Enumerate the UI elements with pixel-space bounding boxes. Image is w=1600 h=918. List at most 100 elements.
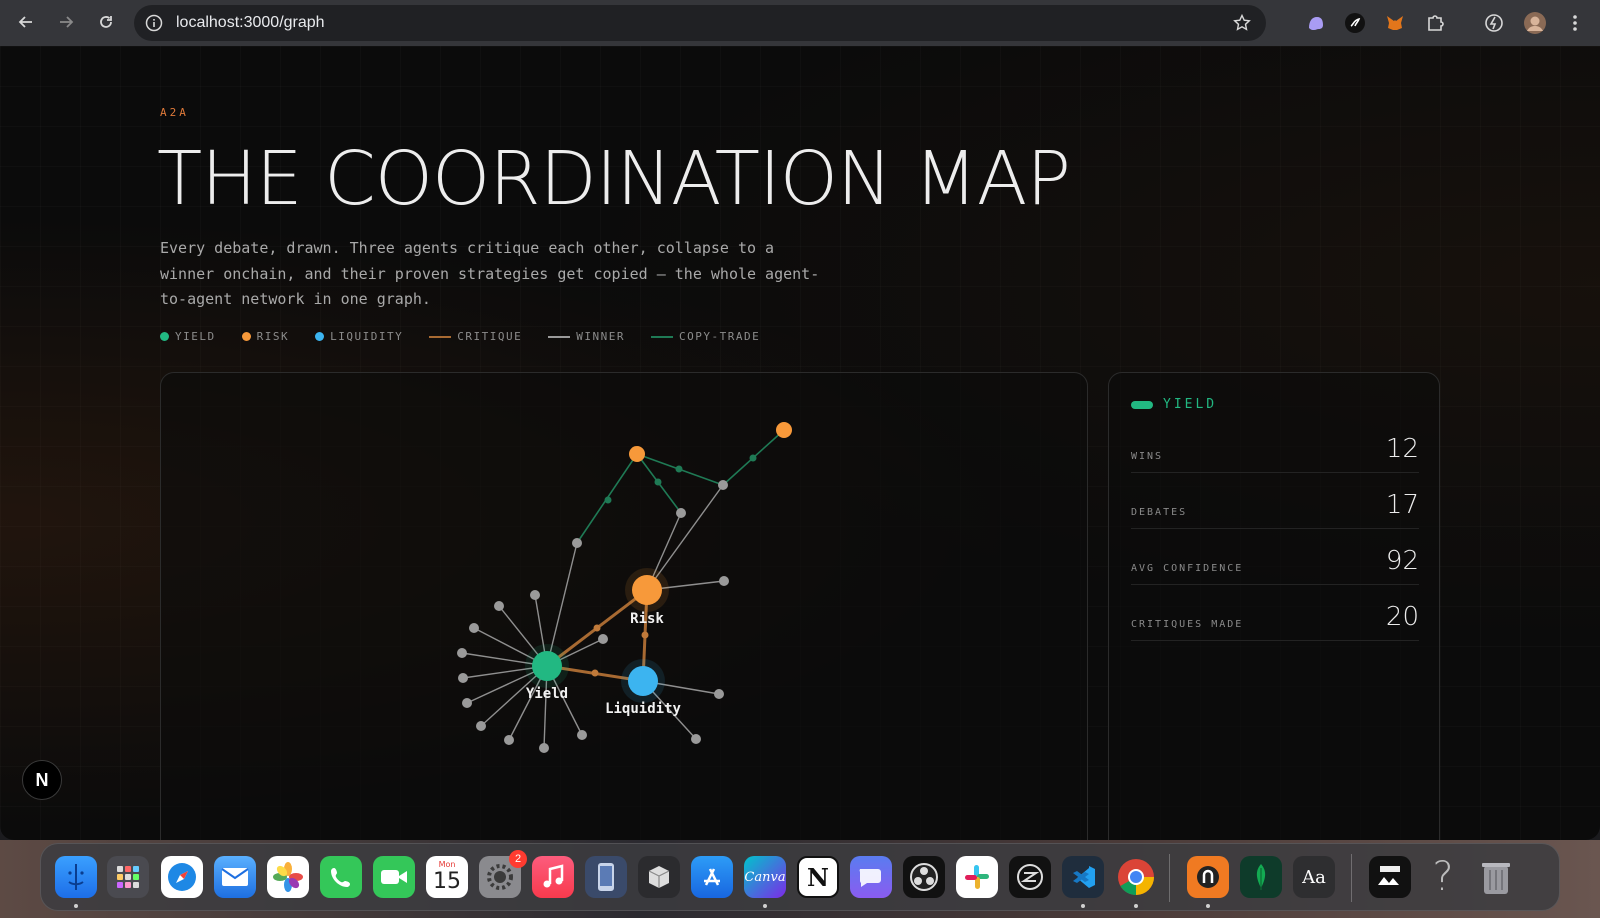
launchpad-icon[interactable] (107, 856, 149, 898)
wallet-extension-icon[interactable] (1342, 10, 1368, 36)
liquidity-dot-icon (315, 332, 325, 341)
dictionary-icon[interactable]: Aa (1293, 856, 1335, 898)
copy-trade-line-icon (650, 335, 673, 338)
winner-edges (461, 484, 725, 749)
downloads-stack-icon[interactable] (1369, 856, 1411, 898)
photos-flower-icon[interactable] (267, 856, 309, 898)
graph-legend: YIELD RISK LIQUIDITY CRITIQUE WINNER COP… (160, 330, 760, 343)
vscode-icon[interactable] (1062, 856, 1104, 898)
running-indicator (763, 904, 767, 908)
legend-critique: CRITIQUE (429, 330, 522, 343)
graph-panel[interactable]: Risk Yield Liquidity (160, 372, 1088, 840)
copy-trade-edges (576, 429, 785, 544)
metamask-fox-icon[interactable] (1382, 10, 1408, 36)
stat-value: 12 (1385, 434, 1419, 464)
dock-separator (1351, 854, 1352, 902)
app-store-icon[interactable] (691, 856, 733, 898)
mail-envelope-icon[interactable] (214, 856, 256, 898)
yield-agent-node[interactable] (532, 651, 562, 681)
stat-label: DEBATES (1131, 507, 1188, 518)
legend-yield: YIELD (160, 330, 216, 343)
nextjs-dev-badge[interactable]: N (22, 760, 62, 800)
page-description: Every debate, drawn. Three agents critiq… (160, 239, 820, 308)
obs-studio-icon[interactable] (903, 856, 945, 898)
outline-vpn-icon[interactable] (1187, 856, 1229, 898)
stat-label: WINS (1131, 451, 1164, 462)
canva-icon[interactable]: Canva (744, 856, 786, 898)
legend-copy-trade: COPY-TRADE (650, 330, 761, 343)
reload-icon[interactable] (92, 8, 120, 36)
stat-row-avg-confidence: AVG CONFIDENCE 92 (1131, 529, 1419, 585)
profile-avatar[interactable] (1522, 10, 1548, 36)
legend-critique-label: CRITIQUE (457, 330, 523, 343)
yield-dot-icon (160, 332, 169, 341)
agent-detail-name: YIELD (1163, 397, 1218, 412)
notification-badge: 2 (509, 850, 527, 868)
legend-risk: RISK (241, 330, 290, 343)
legend-copy-trade-label: COPY-TRADE (678, 330, 761, 343)
site-info-icon[interactable] (144, 13, 164, 38)
page-viewport: A2A THE COORDINATION MAP Every debate, d… (0, 46, 1600, 840)
winner-line-icon (548, 335, 571, 338)
calendar-day: 15 (433, 869, 461, 894)
running-indicator (1206, 904, 1210, 908)
phone-icon[interactable] (320, 856, 362, 898)
coordination-graph[interactable]: Risk Yield Liquidity (161, 373, 1089, 840)
simulator-device-icon[interactable] (585, 856, 627, 898)
calendar-icon[interactable]: Mon 15 (426, 856, 468, 898)
stat-label: AVG CONFIDENCE (1131, 563, 1244, 574)
eyebrow-label: A2A (160, 106, 189, 119)
risk-satellite-node[interactable] (776, 422, 792, 438)
browser-toolbar: localhost:3000/graph (0, 0, 1600, 46)
risk-agent-node[interactable] (632, 575, 662, 605)
safari-compass-icon[interactable] (161, 856, 203, 898)
legend-winner-label: WINNER (576, 330, 625, 343)
bookmark-star-icon[interactable] (1232, 13, 1252, 38)
stat-value: 20 (1385, 602, 1419, 632)
running-indicator (74, 904, 78, 908)
macos-dock: Mon 15 2 Canva N Aa ? (40, 843, 1560, 911)
mongodb-leaf-icon[interactable] (1240, 856, 1282, 898)
risk-satellite-node[interactable] (629, 446, 645, 462)
copy-trade-markers (604, 454, 757, 504)
legend-yield-label: YIELD (175, 330, 216, 343)
risk-node-label: Risk (630, 611, 664, 627)
yield-pill-icon (1131, 400, 1153, 409)
trash-icon[interactable] (1475, 856, 1517, 898)
yield-node-label: Yield (526, 686, 568, 702)
liquidity-agent-node[interactable] (628, 666, 658, 696)
extensions-puzzle-icon[interactable] (1422, 10, 1448, 36)
performance-icon[interactable] (1481, 10, 1507, 36)
stat-value: 17 (1385, 490, 1419, 520)
running-indicator (1134, 904, 1138, 908)
ghost-extension-icon[interactable] (1303, 10, 1329, 36)
legend-winner: WINNER (548, 330, 625, 343)
forward-arrow-icon[interactable] (52, 8, 80, 36)
risk-dot-icon (241, 332, 251, 341)
back-arrow-icon[interactable] (12, 8, 40, 36)
leaf-nodes (457, 480, 729, 753)
sketch-app-icon[interactable] (1009, 856, 1051, 898)
system-settings-gear-icon[interactable]: 2 (479, 850, 527, 898)
slack-icon[interactable] (956, 856, 998, 898)
stat-label: CRITIQUES MADE (1131, 619, 1244, 630)
liquidity-node-label: Liquidity (605, 701, 681, 717)
url-text[interactable]: localhost:3000/graph (176, 14, 325, 32)
stat-row-wins: WINS 12 (1131, 417, 1419, 473)
running-indicator (1081, 904, 1085, 908)
notion-icon[interactable]: N (797, 856, 839, 898)
legend-risk-label: RISK (256, 330, 290, 343)
chat-bubble-app-icon[interactable] (850, 856, 892, 898)
legend-liquidity: LIQUIDITY (315, 330, 403, 343)
chrome-icon[interactable] (1115, 856, 1157, 898)
stat-value: 92 (1385, 546, 1419, 576)
cube-app-icon[interactable] (638, 856, 680, 898)
address-bar[interactable]: localhost:3000/graph (134, 5, 1266, 41)
music-note-icon[interactable] (532, 856, 574, 898)
finder-icon[interactable] (55, 856, 97, 898)
help-question-icon[interactable]: ? (1422, 854, 1464, 900)
facetime-camera-icon[interactable] (373, 856, 415, 898)
dock-separator (1169, 854, 1170, 902)
menu-kebab-icon[interactable] (1562, 10, 1588, 36)
critique-line-icon (429, 335, 452, 338)
